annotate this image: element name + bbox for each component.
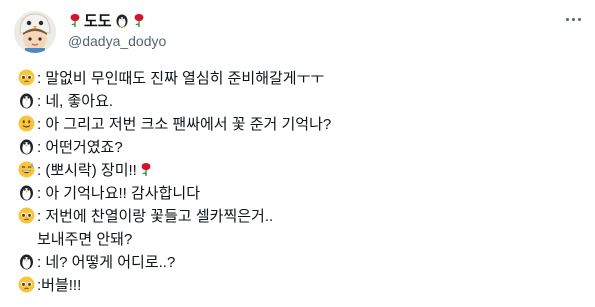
rose-icon — [69, 13, 81, 28]
tweet-line: : 네, 좋아요. — [18, 89, 113, 112]
rose-icon — [140, 162, 152, 177]
penguin-icon — [18, 138, 35, 155]
tweet-line-text: :버블!!! — [37, 277, 82, 294]
rose-icon — [133, 13, 145, 28]
penguin-icon — [18, 253, 35, 270]
chibi-penguin-hat-avatar-icon — [14, 11, 56, 53]
tweet-line-text: : 아 기억나요!! 감사합니다 — [37, 185, 201, 202]
display-name: 도도 — [84, 12, 112, 30]
tweet-header: 도도 @dadya_dodyo — [0, 0, 595, 60]
tweet-line: : (뽀시락) 장미!! — [18, 158, 153, 181]
user-handle[interactable]: @dadya_dodyo — [68, 33, 166, 49]
tweet-line: :버블!!! — [18, 273, 81, 296]
pleading-face-icon — [18, 69, 35, 86]
display-name-row[interactable]: 도도 — [68, 10, 146, 30]
slightly-smiling-face-icon — [18, 115, 35, 132]
tweet-line: 보내주면 안돼? — [37, 227, 132, 250]
tweet-line-text: : 네, 좋아요. — [37, 93, 114, 110]
tweet-line: : 아 기억나요!! 감사합니다 — [18, 181, 200, 204]
penguin-icon — [18, 92, 35, 109]
tweet-line-text: : 네? 어떻게 어디로..? — [37, 254, 176, 271]
tweet-line-text: : 말없비 무인때도 진짜 열심히 준비해갈게ㅜㅜ — [37, 70, 325, 87]
grinning-sweat-face-icon — [18, 161, 35, 178]
pleading-face-icon — [18, 207, 35, 224]
tweet-line: : 어떤거였죠? — [18, 135, 123, 158]
tweet-line-text: : 어떤거였죠? — [37, 139, 123, 156]
penguin-icon — [115, 13, 129, 28]
tweet-line-text: : 저번에 찬열이랑 꽃들고 셀카찍은거.. — [37, 208, 274, 225]
tweet-line-text: : (뽀시락) 장미!! — [37, 162, 137, 179]
tweet-line-text: 보내주면 안돼? — [37, 231, 133, 248]
penguin-icon — [18, 184, 35, 201]
tweet-line: : 저번에 찬열이랑 꽃들고 셀카찍은거.. — [18, 204, 273, 227]
tweet-line: : 네? 어떻게 어디로..? — [18, 250, 175, 273]
pleading-face-icon — [18, 276, 35, 293]
more-options-icon[interactable] — [560, 12, 586, 26]
tweet-line-text: : 아 그리고 저번 크소 팬싸에서 꽃 준거 기억나? — [37, 116, 332, 133]
tweet-line: : 말없비 무인때도 진짜 열심히 준비해갈게ㅜㅜ — [18, 66, 324, 89]
avatar[interactable] — [14, 11, 56, 53]
tweet-line: : 아 그리고 저번 크소 팬싸에서 꽃 준거 기억나? — [18, 112, 331, 135]
